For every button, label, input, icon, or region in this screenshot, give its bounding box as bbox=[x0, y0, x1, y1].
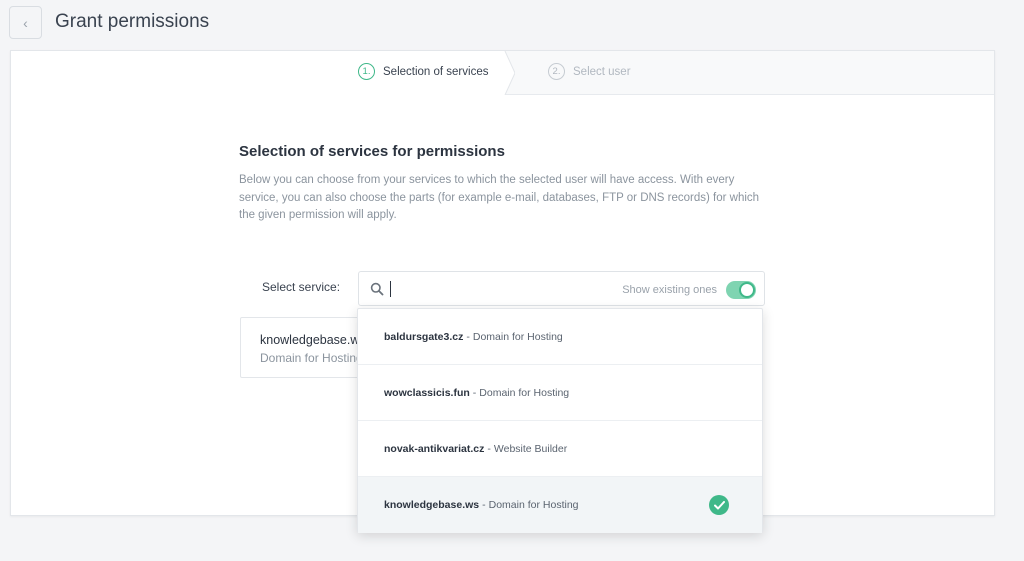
service-dropdown: baldursgate3.cz - Domain for Hosting wowcl… bbox=[357, 308, 763, 533]
section-heading: Selection of services for permissions bbox=[239, 143, 505, 160]
search-icon bbox=[370, 282, 384, 296]
step-select-user[interactable]: 2. Select user bbox=[548, 63, 631, 80]
dropdown-item[interactable]: baldursgate3.cz - Domain for Hosting bbox=[358, 309, 762, 365]
step-number: 2. bbox=[548, 63, 565, 80]
stepper: 1. Selection of services 2. Select user bbox=[11, 51, 994, 95]
item-name: baldursgate3.cz bbox=[384, 330, 464, 343]
step-number: 1. bbox=[358, 63, 375, 80]
selected-service-name: knowledgebase.ws bbox=[260, 333, 366, 347]
step-divider-arrow bbox=[501, 51, 515, 95]
item-type: Domain for Hosting bbox=[479, 386, 570, 399]
check-circle-icon bbox=[709, 495, 729, 515]
step-label: Selection of services bbox=[383, 65, 489, 78]
toggle-knob bbox=[739, 282, 755, 298]
service-search-input[interactable]: Show existing ones bbox=[358, 271, 765, 306]
section-description: Below you can choose from your services … bbox=[239, 174, 760, 221]
dropdown-item[interactable]: wowclassicis.fun - Domain for Hosting bbox=[358, 365, 762, 421]
item-name: wowclassicis.fun bbox=[384, 386, 470, 399]
selected-service-card[interactable]: knowledgebase.ws Domain for Hosting bbox=[240, 317, 370, 378]
select-service-label: Select service: bbox=[262, 280, 341, 294]
back-button[interactable]: ‹ bbox=[9, 6, 42, 39]
dropdown-item-selected[interactable]: knowledgebase.ws - Domain for Hosting bbox=[358, 477, 762, 533]
item-type: Domain for Hosting bbox=[488, 499, 579, 511]
item-type: Domain for Hosting bbox=[472, 330, 563, 343]
show-existing-toggle[interactable] bbox=[726, 281, 756, 299]
item-name: knowledgebase.ws bbox=[384, 499, 480, 511]
item-name: novak-antikvariat.cz bbox=[384, 442, 485, 455]
page-title: Grant permissions bbox=[55, 11, 210, 32]
dropdown-item[interactable]: novak-antikvariat.cz - Website Builder bbox=[358, 421, 762, 477]
selected-service-type: Domain for Hosting bbox=[260, 351, 363, 365]
show-existing-label: Show existing ones bbox=[622, 284, 717, 296]
step-label: Select user bbox=[573, 65, 631, 78]
text-cursor bbox=[390, 281, 391, 297]
item-type: Website Builder bbox=[493, 442, 568, 455]
step-selection-of-services[interactable]: 1. Selection of services bbox=[358, 63, 488, 80]
chevron-left-icon: ‹ bbox=[23, 14, 28, 31]
